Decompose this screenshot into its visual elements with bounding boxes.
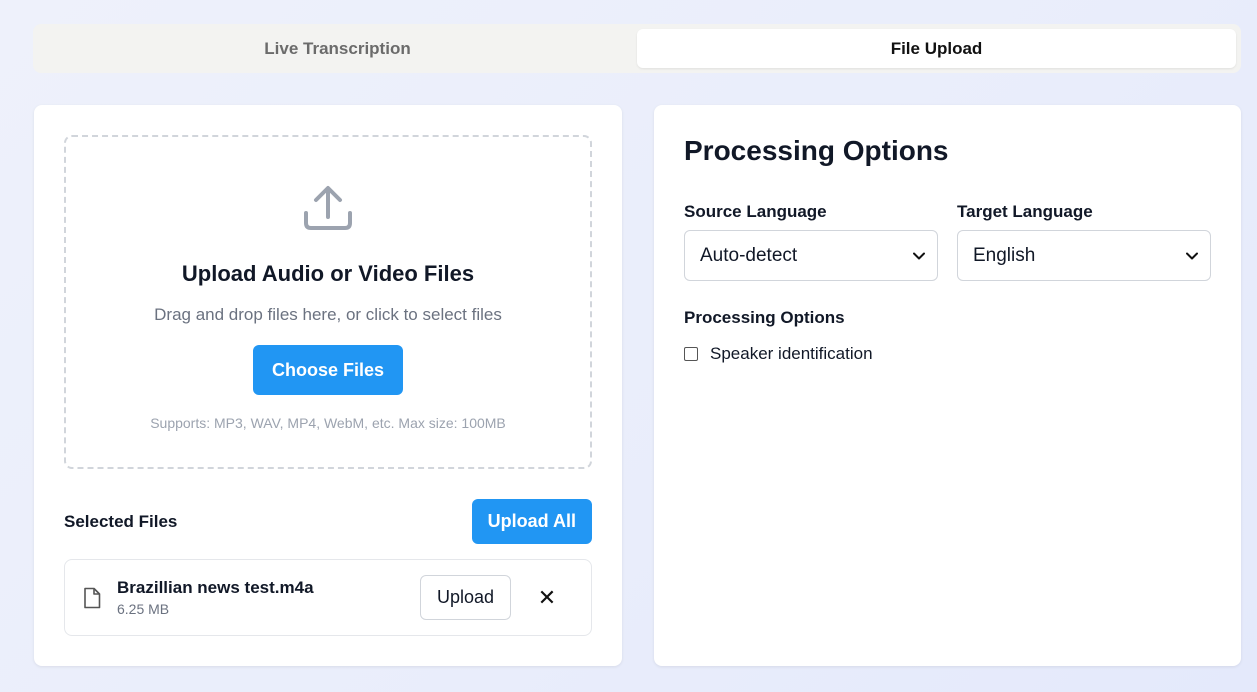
source-language-value: Auto-detect bbox=[700, 244, 798, 266]
speaker-identification-label: Speaker identification bbox=[710, 344, 873, 363]
target-language-group: Target Language English bbox=[957, 202, 1211, 281]
dropzone-title: Upload Audio or Video Files bbox=[181, 261, 475, 286]
target-language-select[interactable]: English bbox=[957, 230, 1211, 281]
choose-files-button[interactable]: Choose Files bbox=[252, 345, 404, 395]
file-name: Brazillian news test.m4a bbox=[117, 578, 314, 597]
processing-options-title: Processing Options bbox=[684, 135, 949, 166]
remove-file-button[interactable]: ✕ bbox=[533, 584, 561, 612]
processing-options-card: Processing Options Source Language Auto-… bbox=[654, 105, 1241, 666]
chevron-down-icon bbox=[1186, 252, 1198, 259]
target-language-label: Target Language bbox=[957, 202, 1093, 221]
file-list-item: Brazillian news test.m4a 6.25 MB Upload … bbox=[64, 559, 592, 636]
upload-card: Upload Audio or Video Files Drag and dro… bbox=[34, 105, 622, 666]
file-icon bbox=[84, 587, 101, 608]
upload-all-button[interactable]: Upload All bbox=[471, 499, 592, 544]
file-size: 6.25 MB bbox=[117, 601, 170, 617]
speaker-identification-checkbox[interactable] bbox=[684, 347, 698, 361]
dropzone-subtitle: Drag and drop files here, or click to se… bbox=[154, 305, 502, 324]
dropzone-hint: Supports: MP3, WAV, MP4, WebM, etc. Max … bbox=[150, 415, 506, 431]
tab-live-transcription[interactable]: Live Transcription bbox=[38, 29, 637, 68]
selected-files-header: Selected Files Upload All bbox=[64, 499, 592, 544]
source-language-group: Source Language Auto-detect bbox=[684, 202, 938, 281]
close-icon: ✕ bbox=[537, 584, 557, 610]
source-language-label: Source Language bbox=[684, 202, 827, 221]
selected-files-title: Selected Files bbox=[64, 511, 178, 531]
tab-file-upload[interactable]: File Upload bbox=[637, 29, 1236, 68]
target-language-value: English bbox=[973, 244, 1036, 266]
processing-options-label: Processing Options bbox=[684, 308, 845, 327]
file-dropzone[interactable]: Upload Audio or Video Files Drag and dro… bbox=[64, 135, 592, 469]
file-upload-button[interactable]: Upload bbox=[419, 575, 511, 620]
file-info: Brazillian news test.m4a 6.25 MB bbox=[117, 578, 420, 617]
speaker-identification-option[interactable]: Speaker identification bbox=[684, 344, 873, 364]
upload-icon bbox=[304, 186, 352, 230]
chevron-down-icon bbox=[913, 252, 925, 259]
source-language-select[interactable]: Auto-detect bbox=[684, 230, 938, 281]
tab-bar: Live Transcription File Upload bbox=[33, 24, 1241, 73]
